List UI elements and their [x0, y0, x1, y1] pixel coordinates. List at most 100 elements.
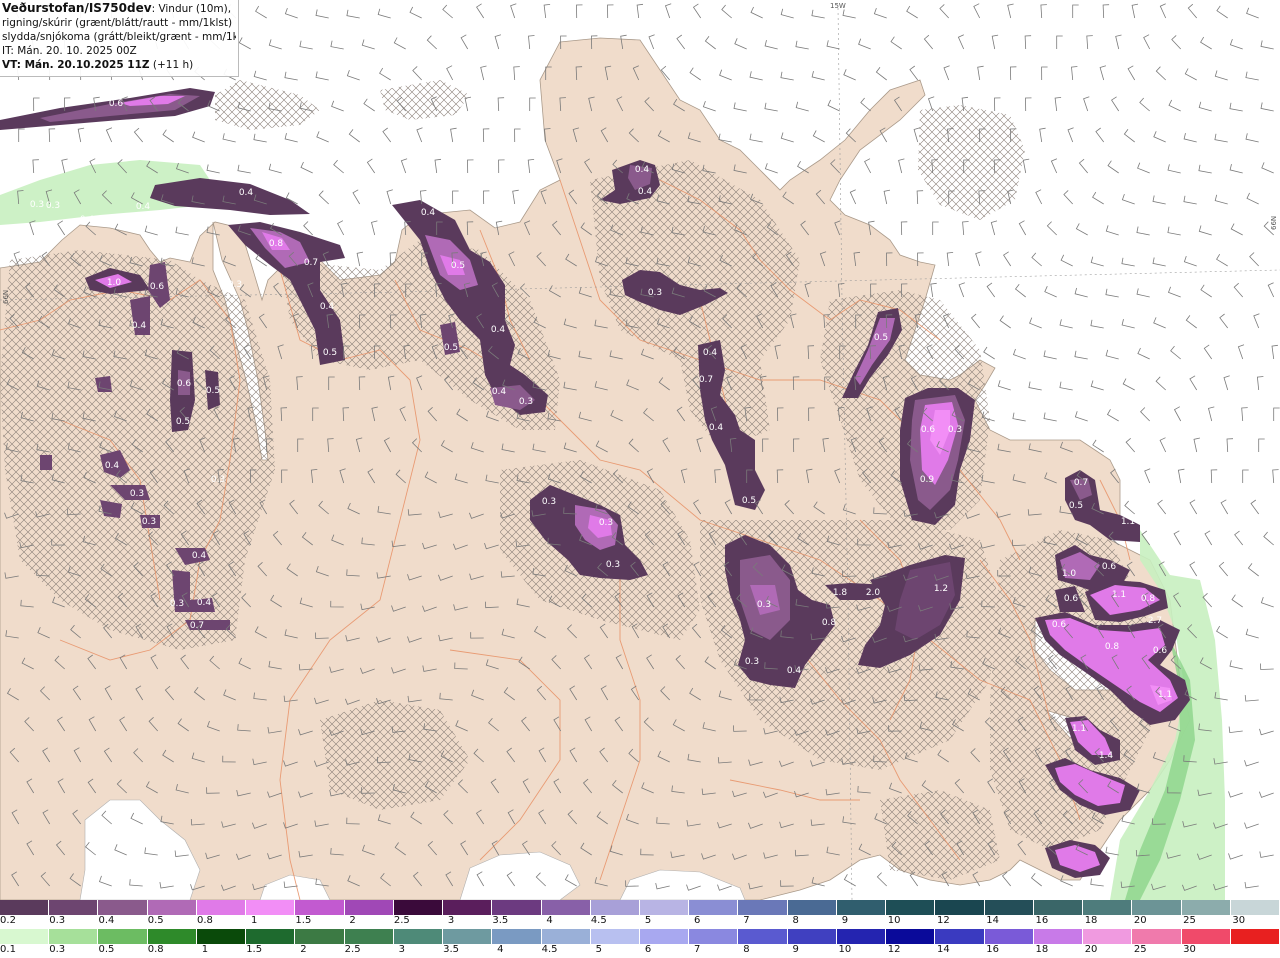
legend-label: 1 — [250, 915, 258, 926]
legend-label: 20 — [1084, 944, 1098, 955]
precip-value-label: 0.5 — [451, 261, 465, 271]
legend-label: 4.5 — [541, 944, 558, 955]
legend-swatch — [689, 929, 739, 944]
legend-label: 0.3 — [49, 944, 66, 955]
legend-label: 0.5 — [147, 915, 164, 926]
legend-label: 4 — [497, 944, 504, 955]
precip-value-label: 0.6 — [109, 99, 124, 109]
precip-value-label: 0.4 — [703, 348, 718, 358]
legend-label: 2 — [300, 944, 307, 955]
precip-value-label: 1.1 — [1072, 724, 1086, 734]
legend-label: 16 — [1035, 915, 1049, 926]
precip-value-label: 0.9 — [920, 475, 935, 485]
legend-label: 16 — [986, 944, 999, 955]
legend-label: 10 — [838, 944, 852, 955]
legend-swatch — [1230, 900, 1280, 915]
precip-value-label: 0.3 — [211, 475, 225, 485]
legend-label: 30 — [1232, 915, 1246, 926]
legend-swatch — [246, 900, 296, 915]
legend-swatch — [344, 900, 394, 915]
legend-swatch — [1230, 929, 1280, 944]
precip-value-label: 0.3 — [757, 600, 771, 610]
legend-label: 2 — [349, 915, 356, 926]
precip-value-label: 0.4 — [105, 461, 120, 471]
precip-value-label: 1.4 — [1099, 751, 1114, 761]
precip-value-label: 0.5 — [1069, 501, 1083, 511]
precip-value-label: 0.6 — [1153, 646, 1168, 656]
precip-value-label: 0.6 — [150, 282, 165, 292]
precip-value-label: 0.4 — [80, 215, 95, 225]
legend-swatch — [1132, 900, 1182, 915]
precip-value-label: 0.4 — [709, 423, 724, 433]
legend-swatch — [935, 929, 985, 944]
precip-value-label: 0.6 — [921, 425, 936, 435]
map-info-box: Veðurstofan/IS750dev: Vindur (10m), rign… — [0, 0, 239, 77]
legend-swatch — [640, 929, 690, 944]
precip-value-label: 0.4 — [239, 188, 254, 198]
legend-swatch — [984, 929, 1034, 944]
legend-label: 4.5 — [590, 915, 607, 926]
legend-swatch — [541, 900, 591, 915]
legend-swatch — [295, 900, 345, 915]
precip-value-label: 0.4 — [192, 551, 207, 561]
map-subtitle-rain: rigning/skúrir (grænt/blátt/rautt - mm/1… — [2, 17, 236, 29]
legend-swatch — [98, 929, 148, 944]
precip-value-label: 0.3 — [30, 200, 44, 210]
legend-swatch — [49, 929, 99, 944]
legend-label: 14 — [986, 915, 999, 926]
precip-value-label: 0.8 — [269, 239, 284, 249]
precip-value-label: 0.6 — [177, 379, 192, 389]
legend-swatch — [787, 929, 837, 944]
legend-swatch — [886, 929, 936, 944]
legend-label: 20 — [1133, 915, 1147, 926]
legend-label: 6 — [644, 944, 652, 955]
legend-swatch — [147, 929, 197, 944]
legend-label: 0.5 — [98, 944, 115, 955]
legend-label: 2.5 — [393, 915, 410, 926]
precip-value-label: 0.5 — [206, 386, 220, 396]
precip-value-label: 0.3 — [519, 397, 533, 407]
legend-snow-bar — [0, 900, 1280, 915]
legend-label: 18 — [1084, 915, 1098, 926]
precip-value-label: 0.3 — [170, 599, 184, 609]
legend-label: 2.5 — [344, 944, 361, 955]
init-time: IT: Mán. 20. 10. 2025 00Z — [2, 45, 137, 57]
precip-value-label: 1.2 — [934, 584, 948, 594]
legend-swatch — [492, 929, 542, 944]
precip-value-label: 0.5 — [874, 333, 888, 343]
precip-value-label: 0.5 — [176, 417, 190, 427]
precip-value-label: 0.3 — [228, 280, 242, 290]
legend-label: 1 — [201, 944, 209, 955]
precip-value-label: 0.8 — [1105, 642, 1120, 652]
legend-label: 18 — [1035, 944, 1049, 955]
legend-swatch — [787, 900, 837, 915]
legend-swatch — [0, 929, 50, 944]
legend-swatch — [738, 900, 788, 915]
legend-swatch — [196, 900, 247, 915]
legend-swatch — [738, 929, 788, 944]
lat-label-left: 66N — [2, 290, 10, 304]
legend-swatch — [196, 929, 247, 944]
legend-label: 8 — [743, 944, 750, 955]
legend-label: 3 — [447, 915, 455, 926]
precip-value-label: 1.0 — [1062, 569, 1077, 579]
legend-swatch — [49, 900, 99, 915]
precip-value-label: 0.8 — [822, 618, 837, 628]
legend-swatch — [147, 900, 197, 915]
legend-label: 0.8 — [196, 915, 213, 926]
legend-swatch — [1181, 929, 1231, 944]
precip-value-label: 0.4 — [421, 208, 436, 218]
precip-value-label: 0.3 — [142, 517, 156, 527]
legend-swatch — [984, 900, 1034, 915]
precip-value-label: 0.3 — [745, 657, 759, 667]
legend-rain-bar — [0, 929, 1280, 944]
precip-value-label: 0.4 — [320, 302, 335, 312]
precip-value-label: 0.7 — [1074, 478, 1088, 488]
legend-label: 0.2 — [0, 915, 16, 926]
legend-swatch — [640, 900, 690, 915]
weather-map[interactable]: 15W 66N 66N 0.6 0.3 0.4 0.4 0.4 0.8 0.7 0.4 0.5 1… — [0, 0, 1280, 900]
precip-value-label: 0.3 — [648, 288, 662, 298]
precip-value-label: 0.3 — [130, 489, 144, 499]
precip-value-label: 0.6 — [1064, 594, 1079, 604]
legend-label: 5 — [644, 915, 652, 926]
